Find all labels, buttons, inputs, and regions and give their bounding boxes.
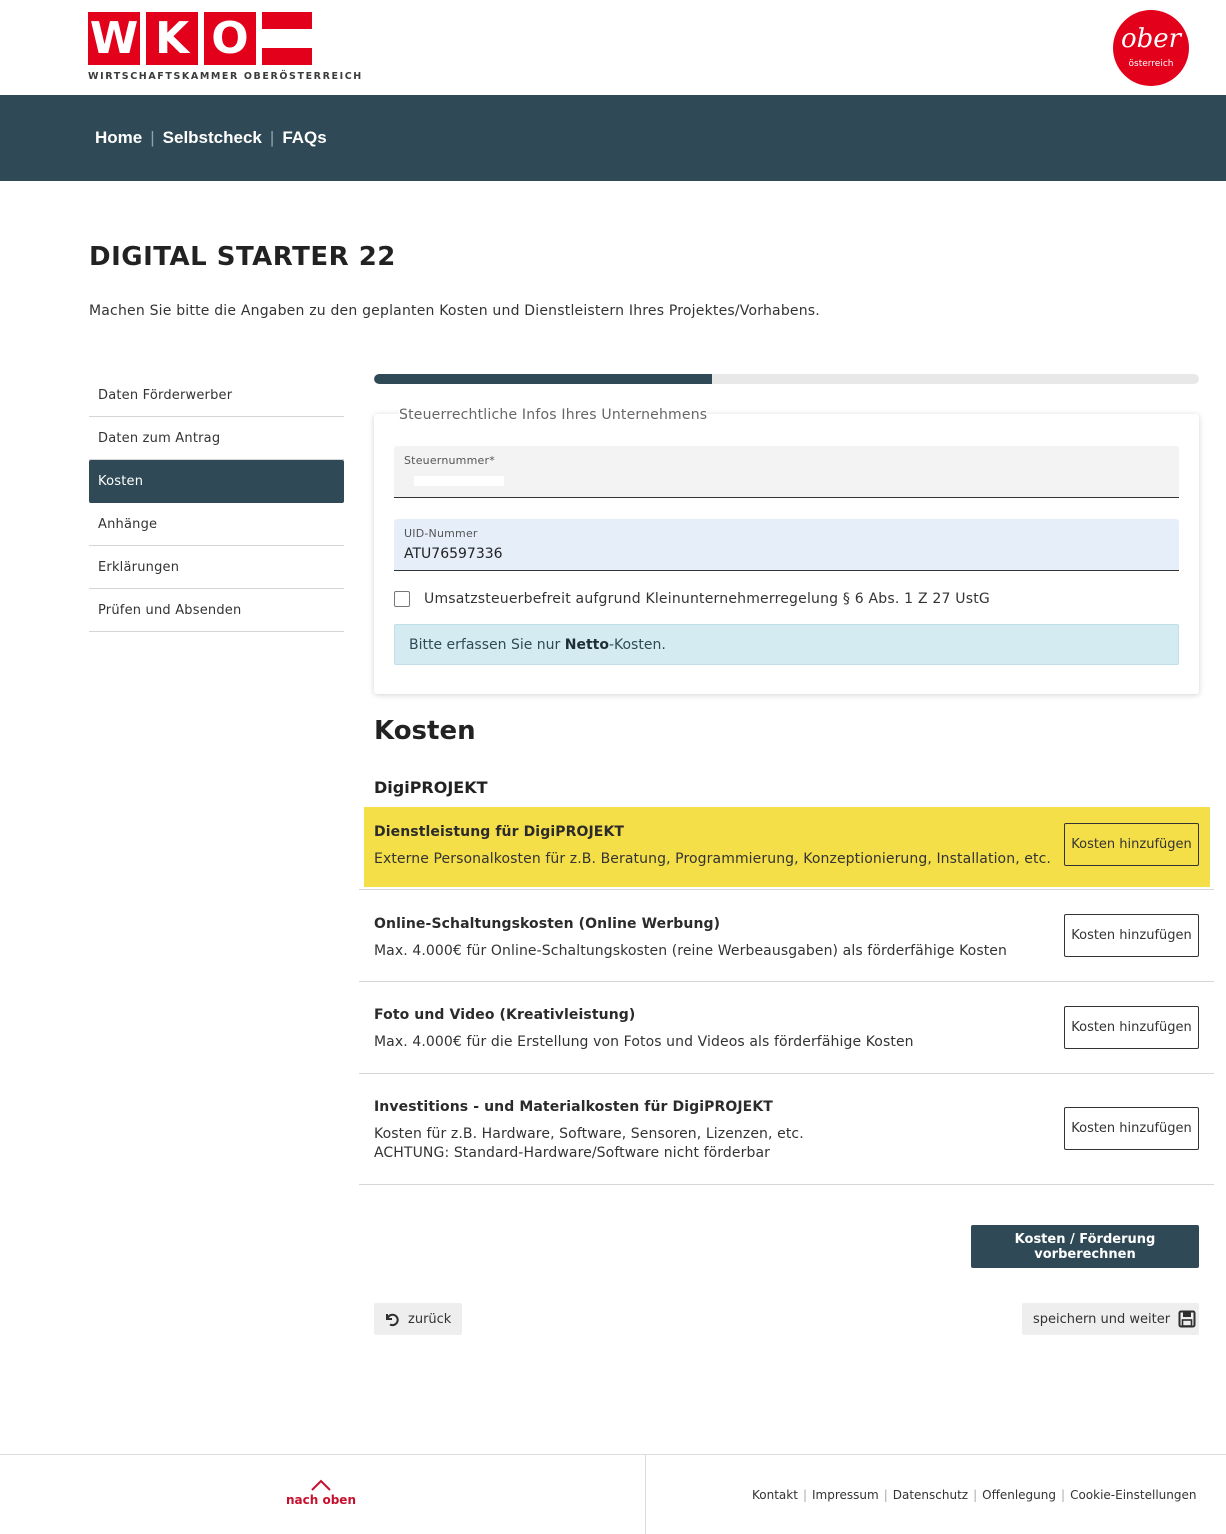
nav-home-link[interactable]: Home [95, 128, 142, 148]
page-title: DIGITAL STARTER 22 [89, 242, 396, 272]
footer-link-kontakt[interactable]: Kontakt [752, 1488, 798, 1502]
footer-divider [645, 1455, 646, 1534]
uid-field[interactable]: UID-Nummer [394, 519, 1179, 571]
add-cost-button[interactable]: Kosten hinzufügen [1064, 823, 1199, 866]
page-footer: nach oben Kontakt | Impressum | Datensch… [0, 1454, 1226, 1534]
sidebar-item-daten-zum-antrag[interactable]: Daten zum Antrag [89, 417, 344, 460]
kleinunternehmer-label[interactable]: Umsatzsteuerbefreit aufgrund Kleinuntern… [424, 591, 990, 607]
undo-icon [386, 1313, 399, 1327]
cost-row-dienstleistung: Dienstleistung für DigiPROJEKT Externe P… [364, 807, 1210, 887]
cost-row-title: Investitions - und Materialkosten für Di… [374, 1099, 773, 1115]
kleinunternehmer-row: Umsatzsteuerbefreit aufgrund Kleinuntern… [394, 591, 990, 607]
add-cost-button[interactable]: Kosten hinzufügen [1064, 914, 1199, 957]
wko-logo[interactable]: W K O WIRTSCHAFTSKAMMER OBERÖSTERREICH [88, 12, 361, 84]
back-label: zurück [408, 1311, 452, 1327]
cost-row-online-schaltung: Online-Schaltungskosten (Online Werbung)… [359, 890, 1214, 982]
save-and-continue-button[interactable]: speichern und weiter [1022, 1303, 1199, 1335]
region-logo-sub: österreich [1128, 59, 1174, 69]
cost-row-foto-video: Foto und Video (Kreativleistung) Max. 4.… [359, 982, 1214, 1074]
floppy-disk-icon [1178, 1310, 1196, 1328]
footer-link-cookie-einstellungen[interactable]: Cookie-Einstellungen [1070, 1488, 1196, 1502]
sidebar-item-daten-foerderwerber[interactable]: Daten Förderwerber [89, 374, 344, 417]
nav-separator: | [150, 128, 155, 147]
uid-input[interactable] [404, 544, 1164, 564]
footer-links: Kontakt | Impressum | Datenschutz | Offe… [752, 1488, 1196, 1502]
step-sidebar: Daten Förderwerber Daten zum Antrag Kost… [89, 374, 344, 632]
save-label: speichern und weiter [1033, 1311, 1171, 1327]
nav-selbstcheck-link[interactable]: Selbstcheck [163, 128, 262, 148]
wko-logo-subtitle: WIRTSCHAFTSKAMMER OBERÖSTERREICH [88, 71, 363, 82]
kleinunternehmer-checkbox[interactable] [394, 591, 410, 607]
cost-row-warning: ACHTUNG: Standard-Hardware/Software nich… [374, 1145, 770, 1161]
footer-link-datenschutz[interactable]: Datenschutz [893, 1488, 968, 1502]
wko-logo-letters: W K O [88, 12, 262, 65]
add-cost-button[interactable]: Kosten hinzufügen [1064, 1107, 1199, 1150]
info-bold: Netto [564, 637, 609, 653]
steuernummer-field[interactable]: Steuernummer* [394, 446, 1179, 498]
back-to-top-label: nach oben [286, 1493, 356, 1507]
calculate-funding-button[interactable]: Kosten / Förderung vorberechnen [971, 1225, 1199, 1268]
netto-info-alert: Bitte erfassen Sie nur Netto-Kosten. [394, 624, 1179, 665]
progress-bar [374, 374, 1199, 384]
nav-separator: | [269, 128, 275, 147]
footer-link-offenlegung[interactable]: Offenlegung [982, 1488, 1056, 1502]
wko-logo-letter: O [204, 12, 256, 65]
cost-row-desc: Kosten für z.B. Hardware, Software, Sens… [374, 1126, 804, 1142]
cost-row-desc: Max. 4.000€ für die Erstellung von Fotos… [374, 1034, 914, 1050]
info-prefix: Bitte erfassen Sie nur [409, 637, 565, 653]
steuernummer-label: Steuernummer* [404, 454, 495, 467]
progress-fill [374, 374, 713, 384]
wko-logo-letter: W [88, 12, 140, 65]
footer-separator: | [1061, 1488, 1066, 1502]
redacted-value [414, 476, 504, 486]
digiprojekt-heading: DigiPROJEKT [374, 778, 488, 797]
tax-info-card: Steuerrechtliche Infos Ihres Unternehmen… [374, 407, 1199, 694]
main-navigation: Home | Selbstcheck | FAQs [0, 95, 1226, 181]
add-cost-button[interactable]: Kosten hinzufügen [1064, 1006, 1199, 1049]
cost-row-title: Foto und Video (Kreativleistung) [374, 1007, 636, 1023]
austria-flag-stripes [262, 12, 312, 65]
info-suffix: -Kosten. [608, 637, 666, 653]
nav-faqs-link[interactable]: FAQs [282, 128, 326, 148]
sidebar-item-pruefen-absenden[interactable]: Prüfen und Absenden [89, 589, 344, 632]
cost-row-desc: Externe Personalkosten für z.B. Beratung… [374, 851, 1051, 867]
sidebar-item-anhaenge[interactable]: Anhänge [89, 503, 344, 546]
tax-card-legend: Steuerrechtliche Infos Ihres Unternehmen… [399, 407, 708, 423]
back-button[interactable]: zurück [374, 1303, 462, 1335]
wko-logo-letter: K [146, 12, 198, 65]
kosten-heading: Kosten [374, 716, 476, 746]
oberoesterreich-logo[interactable]: ober österreich [1113, 10, 1189, 86]
footer-separator: | [973, 1488, 978, 1502]
cost-row-title: Dienstleistung für DigiPROJEKT [374, 824, 625, 840]
cost-row-title: Online-Schaltungskosten (Online Werbung) [374, 916, 721, 932]
uid-label: UID-Nummer [404, 527, 478, 540]
footer-separator: | [802, 1488, 807, 1502]
sidebar-item-kosten[interactable]: Kosten [89, 460, 344, 503]
sidebar-item-erklaerungen[interactable]: Erklärungen [89, 546, 344, 589]
top-header: W K O WIRTSCHAFTSKAMMER OBERÖSTERREICH o… [0, 0, 1226, 95]
cost-row-desc: Max. 4.000€ für Online-Schaltungskosten … [374, 943, 1007, 959]
page-intro: Machen Sie bitte die Angaben zu den gepl… [89, 303, 820, 319]
footer-link-impressum[interactable]: Impressum [812, 1488, 879, 1502]
back-to-top-link[interactable]: nach oben [281, 1479, 361, 1507]
cost-row-investition: Investitions - und Materialkosten für Di… [359, 1074, 1214, 1185]
footer-separator: | [883, 1488, 888, 1502]
steuernummer-input[interactable] [404, 471, 1164, 491]
region-logo-main: ober [1120, 24, 1182, 54]
chevron-up-icon [311, 1479, 331, 1491]
